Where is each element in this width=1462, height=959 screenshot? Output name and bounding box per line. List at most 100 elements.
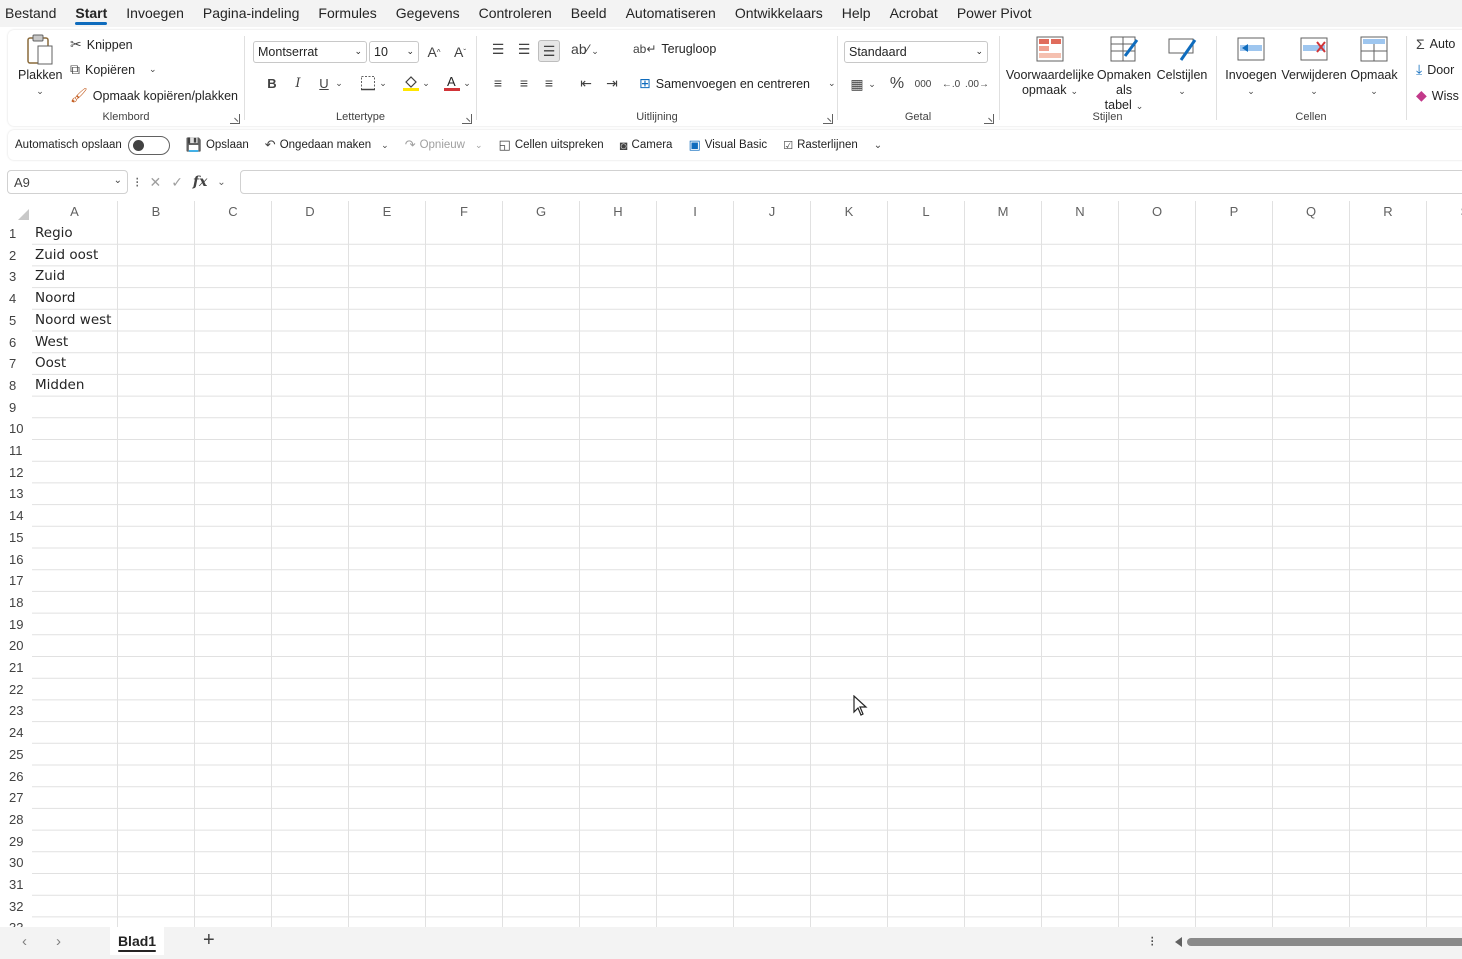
number-format-select[interactable]: Standaard ⌄	[844, 41, 988, 63]
autosave-toggle[interactable]: Automatisch opslaan	[15, 135, 170, 155]
scroll-left-icon[interactable]	[1175, 937, 1182, 947]
chevron-down-icon[interactable]: ⌄	[377, 72, 389, 94]
next-sheet-icon[interactable]: ›	[56, 933, 61, 950]
copy-button[interactable]: ⧉ Kopiëren ⌄	[70, 61, 157, 78]
format-painter-button[interactable]: 🖌 Opmaak kopiëren/plakken	[70, 87, 238, 104]
row-header-18[interactable]: 18	[0, 592, 32, 614]
column-header-j[interactable]: J	[734, 201, 811, 223]
cut-button[interactable]: ✂ Knippen	[70, 36, 133, 53]
cell-a1[interactable]: Regio	[35, 223, 73, 245]
align-middle-icon[interactable]: ☰	[513, 38, 535, 60]
percent-button[interactable]: %	[886, 73, 908, 95]
row-header-29[interactable]: 29	[0, 831, 32, 853]
orientation-icon[interactable]: ab⁄	[569, 38, 591, 60]
prev-sheet-icon[interactable]: ‹	[22, 933, 27, 950]
font-size-select[interactable]: 10 ⌄	[369, 41, 419, 63]
column-header-b[interactable]: B	[118, 201, 195, 223]
row-header-6[interactable]: 6	[0, 332, 32, 354]
column-header-g[interactable]: G	[503, 201, 580, 223]
font-name-select[interactable]: Montserrat ⌄	[253, 41, 367, 63]
fill-button[interactable]: ⤓ Door	[1416, 61, 1454, 78]
grow-font-icon[interactable]: A ^	[423, 41, 445, 63]
cell-a8[interactable]: Midden	[35, 375, 84, 397]
menu-controleren[interactable]: Controleren	[479, 0, 552, 27]
column-header-k[interactable]: K	[811, 201, 888, 223]
menu-start[interactable]: Start	[75, 0, 107, 27]
row-header-12[interactable]: 12	[0, 462, 32, 484]
increase-indent-icon[interactable]: ⇥	[601, 72, 623, 94]
column-header-s[interactable]: S	[1427, 201, 1462, 223]
visual-basic-button[interactable]: ▣ Visual Basic	[688, 137, 767, 153]
align-center-icon[interactable]: ≡	[513, 72, 535, 94]
scroll-thumb[interactable]	[1187, 938, 1462, 946]
row-header-10[interactable]: 10	[0, 418, 32, 440]
menu-bestand[interactable]: Bestand	[5, 0, 56, 27]
row-header-28[interactable]: 28	[0, 809, 32, 831]
menu-beeld[interactable]: Beeld	[571, 0, 607, 27]
bold-button[interactable]: B	[261, 72, 283, 94]
chevron-down-icon[interactable]: ⌄	[589, 40, 601, 62]
row-header-15[interactable]: 15	[0, 527, 32, 549]
confirm-icon[interactable]: ✓	[171, 174, 183, 191]
menu-power-pivot[interactable]: Power Pivot	[957, 0, 1032, 27]
chevron-down-icon[interactable]: ⌄	[420, 72, 432, 94]
italic-button[interactable]: I	[287, 72, 309, 94]
align-top-icon[interactable]: ☰	[487, 38, 509, 60]
formula-input[interactable]	[240, 170, 1462, 194]
menu-formules[interactable]: Formules	[318, 0, 376, 27]
menu-acrobat[interactable]: Acrobat	[890, 0, 938, 27]
row-header-20[interactable]: 20	[0, 635, 32, 657]
row-header-13[interactable]: 13	[0, 483, 32, 505]
select-all-corner[interactable]	[0, 201, 32, 223]
column-header-m[interactable]: M	[965, 201, 1042, 223]
align-bottom-icon[interactable]: ☰	[538, 40, 560, 62]
row-header-30[interactable]: 30	[0, 852, 32, 874]
insert-cells-button[interactable]: Invoegen ⌄	[1223, 34, 1279, 99]
thousands-separator-button[interactable]: 000	[912, 73, 934, 95]
column-header-a[interactable]: A	[32, 201, 118, 223]
cell-a3[interactable]: Zuid	[35, 266, 65, 288]
row-header-1[interactable]: 1	[0, 223, 32, 245]
customize-qat-button[interactable]: ⌄	[874, 140, 886, 151]
row-header-16[interactable]: 16	[0, 549, 32, 571]
format-as-table-button[interactable]: Opmaken als tabel ⌄	[1096, 34, 1152, 114]
column-header-d[interactable]: D	[272, 201, 349, 223]
row-header-23[interactable]: 23	[0, 700, 32, 722]
undo-button[interactable]: ↶ Ongedaan maken ⌄	[265, 137, 389, 153]
chevron-down-icon[interactable]: ⌄	[461, 72, 473, 94]
cancel-icon[interactable]: ✕	[149, 174, 161, 191]
row-header-27[interactable]: 27	[0, 787, 32, 809]
row-header-7[interactable]: 7	[0, 353, 32, 375]
cell-styles-button[interactable]: Celstijlen ⌄	[1154, 34, 1210, 99]
row-header-33[interactable]: 33	[0, 917, 32, 927]
menu-help[interactable]: Help	[842, 0, 871, 27]
borders-icon[interactable]	[357, 72, 379, 94]
merge-center-button[interactable]: ⊞ Samenvoegen en centreren ⌄	[639, 75, 836, 92]
increase-decimal-icon[interactable]: ←.0	[940, 73, 962, 95]
underline-button[interactable]: U	[313, 72, 335, 94]
row-header-4[interactable]: 4	[0, 288, 32, 310]
chevron-down-icon[interactable]: ⌄	[333, 72, 345, 94]
row-header-22[interactable]: 22	[0, 679, 32, 701]
sheet-tab-blad1[interactable]: Blad1	[110, 927, 164, 955]
column-header-l[interactable]: L	[888, 201, 965, 223]
toggle-switch[interactable]	[127, 135, 170, 155]
cell-a7[interactable]: Oost	[35, 353, 66, 375]
row-header-26[interactable]: 26	[0, 766, 32, 788]
speak-cells-button[interactable]: ◱ Cellen uitspreken	[499, 137, 604, 153]
name-box[interactable]: A9 ⌄	[7, 170, 128, 194]
decrease-decimal-icon[interactable]: .00→	[965, 73, 989, 95]
column-header-f[interactable]: F	[426, 201, 503, 223]
gridlines-checkbox[interactable]: ☑ Rasterlijnen	[783, 139, 858, 152]
delete-cells-button[interactable]: Verwijderen ⌄	[1281, 34, 1347, 99]
row-header-25[interactable]: 25	[0, 744, 32, 766]
wrap-text-button[interactable]: ab↵ Terugloop	[633, 42, 716, 56]
autosum-button[interactable]: Σ Auto	[1416, 36, 1455, 52]
row-header-14[interactable]: 14	[0, 505, 32, 527]
row-header-31[interactable]: 31	[0, 874, 32, 896]
dialog-launcher-icon[interactable]	[823, 114, 833, 124]
column-header-q[interactable]: Q	[1273, 201, 1350, 223]
insert-function-button[interactable]: fx	[193, 174, 207, 190]
row-header-17[interactable]: 17	[0, 570, 32, 592]
cell-a6[interactable]: West	[35, 332, 68, 354]
